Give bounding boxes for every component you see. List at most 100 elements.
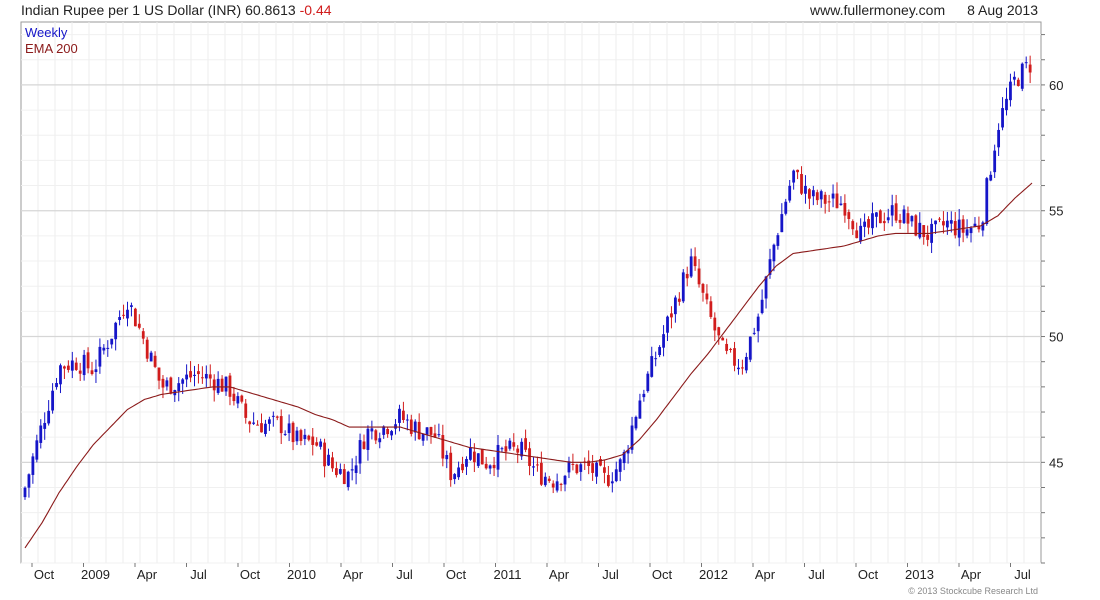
candle-up: [662, 334, 665, 348]
candle-up: [488, 465, 492, 469]
candle-down: [200, 377, 204, 379]
candle-down: [1016, 79, 1020, 86]
candle-up: [51, 390, 54, 411]
candle-up: [831, 193, 835, 199]
x-tick-label: Jul: [190, 567, 207, 582]
candle-down: [575, 464, 579, 474]
candle-down: [472, 451, 476, 463]
candle-up: [319, 441, 323, 447]
candle-down: [938, 218, 941, 220]
candle-up: [756, 316, 760, 332]
candle-up: [425, 427, 429, 435]
candle-down: [449, 452, 453, 481]
candle-down: [670, 313, 673, 318]
x-tick-label: Oct: [34, 567, 55, 582]
candle-up: [658, 347, 662, 356]
candle-up: [457, 467, 460, 478]
x-tick-label: 2012: [699, 567, 728, 582]
candle-down: [725, 343, 729, 351]
candle-up: [949, 220, 953, 224]
candle-down: [697, 268, 701, 285]
candle-up: [579, 464, 583, 472]
candle-down: [417, 421, 421, 440]
x-tick-label: Oct: [858, 567, 879, 582]
candle-down: [484, 463, 488, 469]
candle-up: [890, 205, 894, 216]
candle-up: [614, 469, 618, 482]
candle-up: [421, 433, 425, 441]
candle-up: [102, 347, 106, 351]
candle-up: [673, 297, 677, 315]
candle-down: [157, 367, 161, 381]
candle-down: [90, 370, 94, 375]
candle-down: [279, 416, 283, 434]
candle-up: [764, 276, 768, 299]
candle-up: [681, 272, 685, 302]
candle-up: [354, 465, 358, 473]
candle-up: [185, 374, 189, 380]
x-tick-label: Apr: [549, 567, 570, 582]
x-tick-label: Oct: [652, 567, 673, 582]
candle-up: [934, 220, 937, 225]
candle-up: [811, 190, 815, 197]
candle-down: [878, 210, 882, 224]
candle-down: [78, 370, 82, 374]
x-tick-label: 2011: [494, 567, 522, 582]
candle-up: [283, 433, 287, 435]
candle-up: [165, 380, 169, 387]
candle-up: [338, 469, 342, 474]
candle-up: [863, 221, 866, 227]
candle-down: [232, 393, 236, 402]
candle-down: [551, 483, 555, 488]
candle-up: [610, 481, 614, 484]
candle-up: [910, 216, 914, 222]
candle-down: [922, 225, 926, 238]
candle-up: [638, 400, 642, 419]
candle-up: [346, 471, 350, 488]
candle-up: [634, 416, 638, 429]
candle-up: [886, 217, 890, 221]
candle-up: [1001, 108, 1004, 128]
candle-up: [350, 469, 354, 471]
candle-down: [212, 379, 216, 391]
candle-down: [275, 416, 279, 418]
candle-down: [851, 221, 855, 230]
candle-up: [358, 440, 362, 464]
candle-up: [1009, 81, 1012, 101]
candle-down: [307, 435, 311, 440]
candle-down: [197, 371, 200, 375]
x-tick-label: 2013: [905, 567, 934, 582]
candle-down: [66, 365, 70, 370]
candle-up: [476, 453, 480, 466]
candle-up: [23, 487, 27, 498]
candle-up: [780, 214, 784, 233]
candle-up: [177, 383, 181, 391]
candle-down: [528, 448, 531, 466]
x-tick-label: Jul: [808, 567, 825, 582]
candle-down: [961, 219, 965, 233]
candle-down: [145, 339, 149, 359]
candle-up: [224, 376, 228, 392]
candle-down: [141, 331, 145, 339]
candle-down: [677, 298, 681, 302]
candle-up: [875, 212, 878, 217]
candle-up: [1012, 76, 1016, 80]
candle-down: [591, 463, 595, 473]
x-tick-label: Oct: [240, 567, 261, 582]
candle-down: [815, 192, 819, 201]
candle-down: [244, 403, 248, 418]
candle-up: [737, 367, 740, 370]
candle-down: [429, 426, 433, 435]
candle-down: [189, 371, 192, 378]
candle-up: [47, 410, 51, 424]
candle-up: [804, 185, 807, 194]
candle-down: [86, 352, 90, 369]
candle-down: [362, 441, 366, 449]
candle-down: [299, 430, 303, 441]
candle-up: [508, 440, 512, 449]
candle-up: [965, 229, 969, 236]
candle-up: [378, 438, 382, 443]
candle-up: [496, 444, 500, 470]
candle-down: [693, 256, 697, 267]
candle-up: [985, 178, 989, 225]
